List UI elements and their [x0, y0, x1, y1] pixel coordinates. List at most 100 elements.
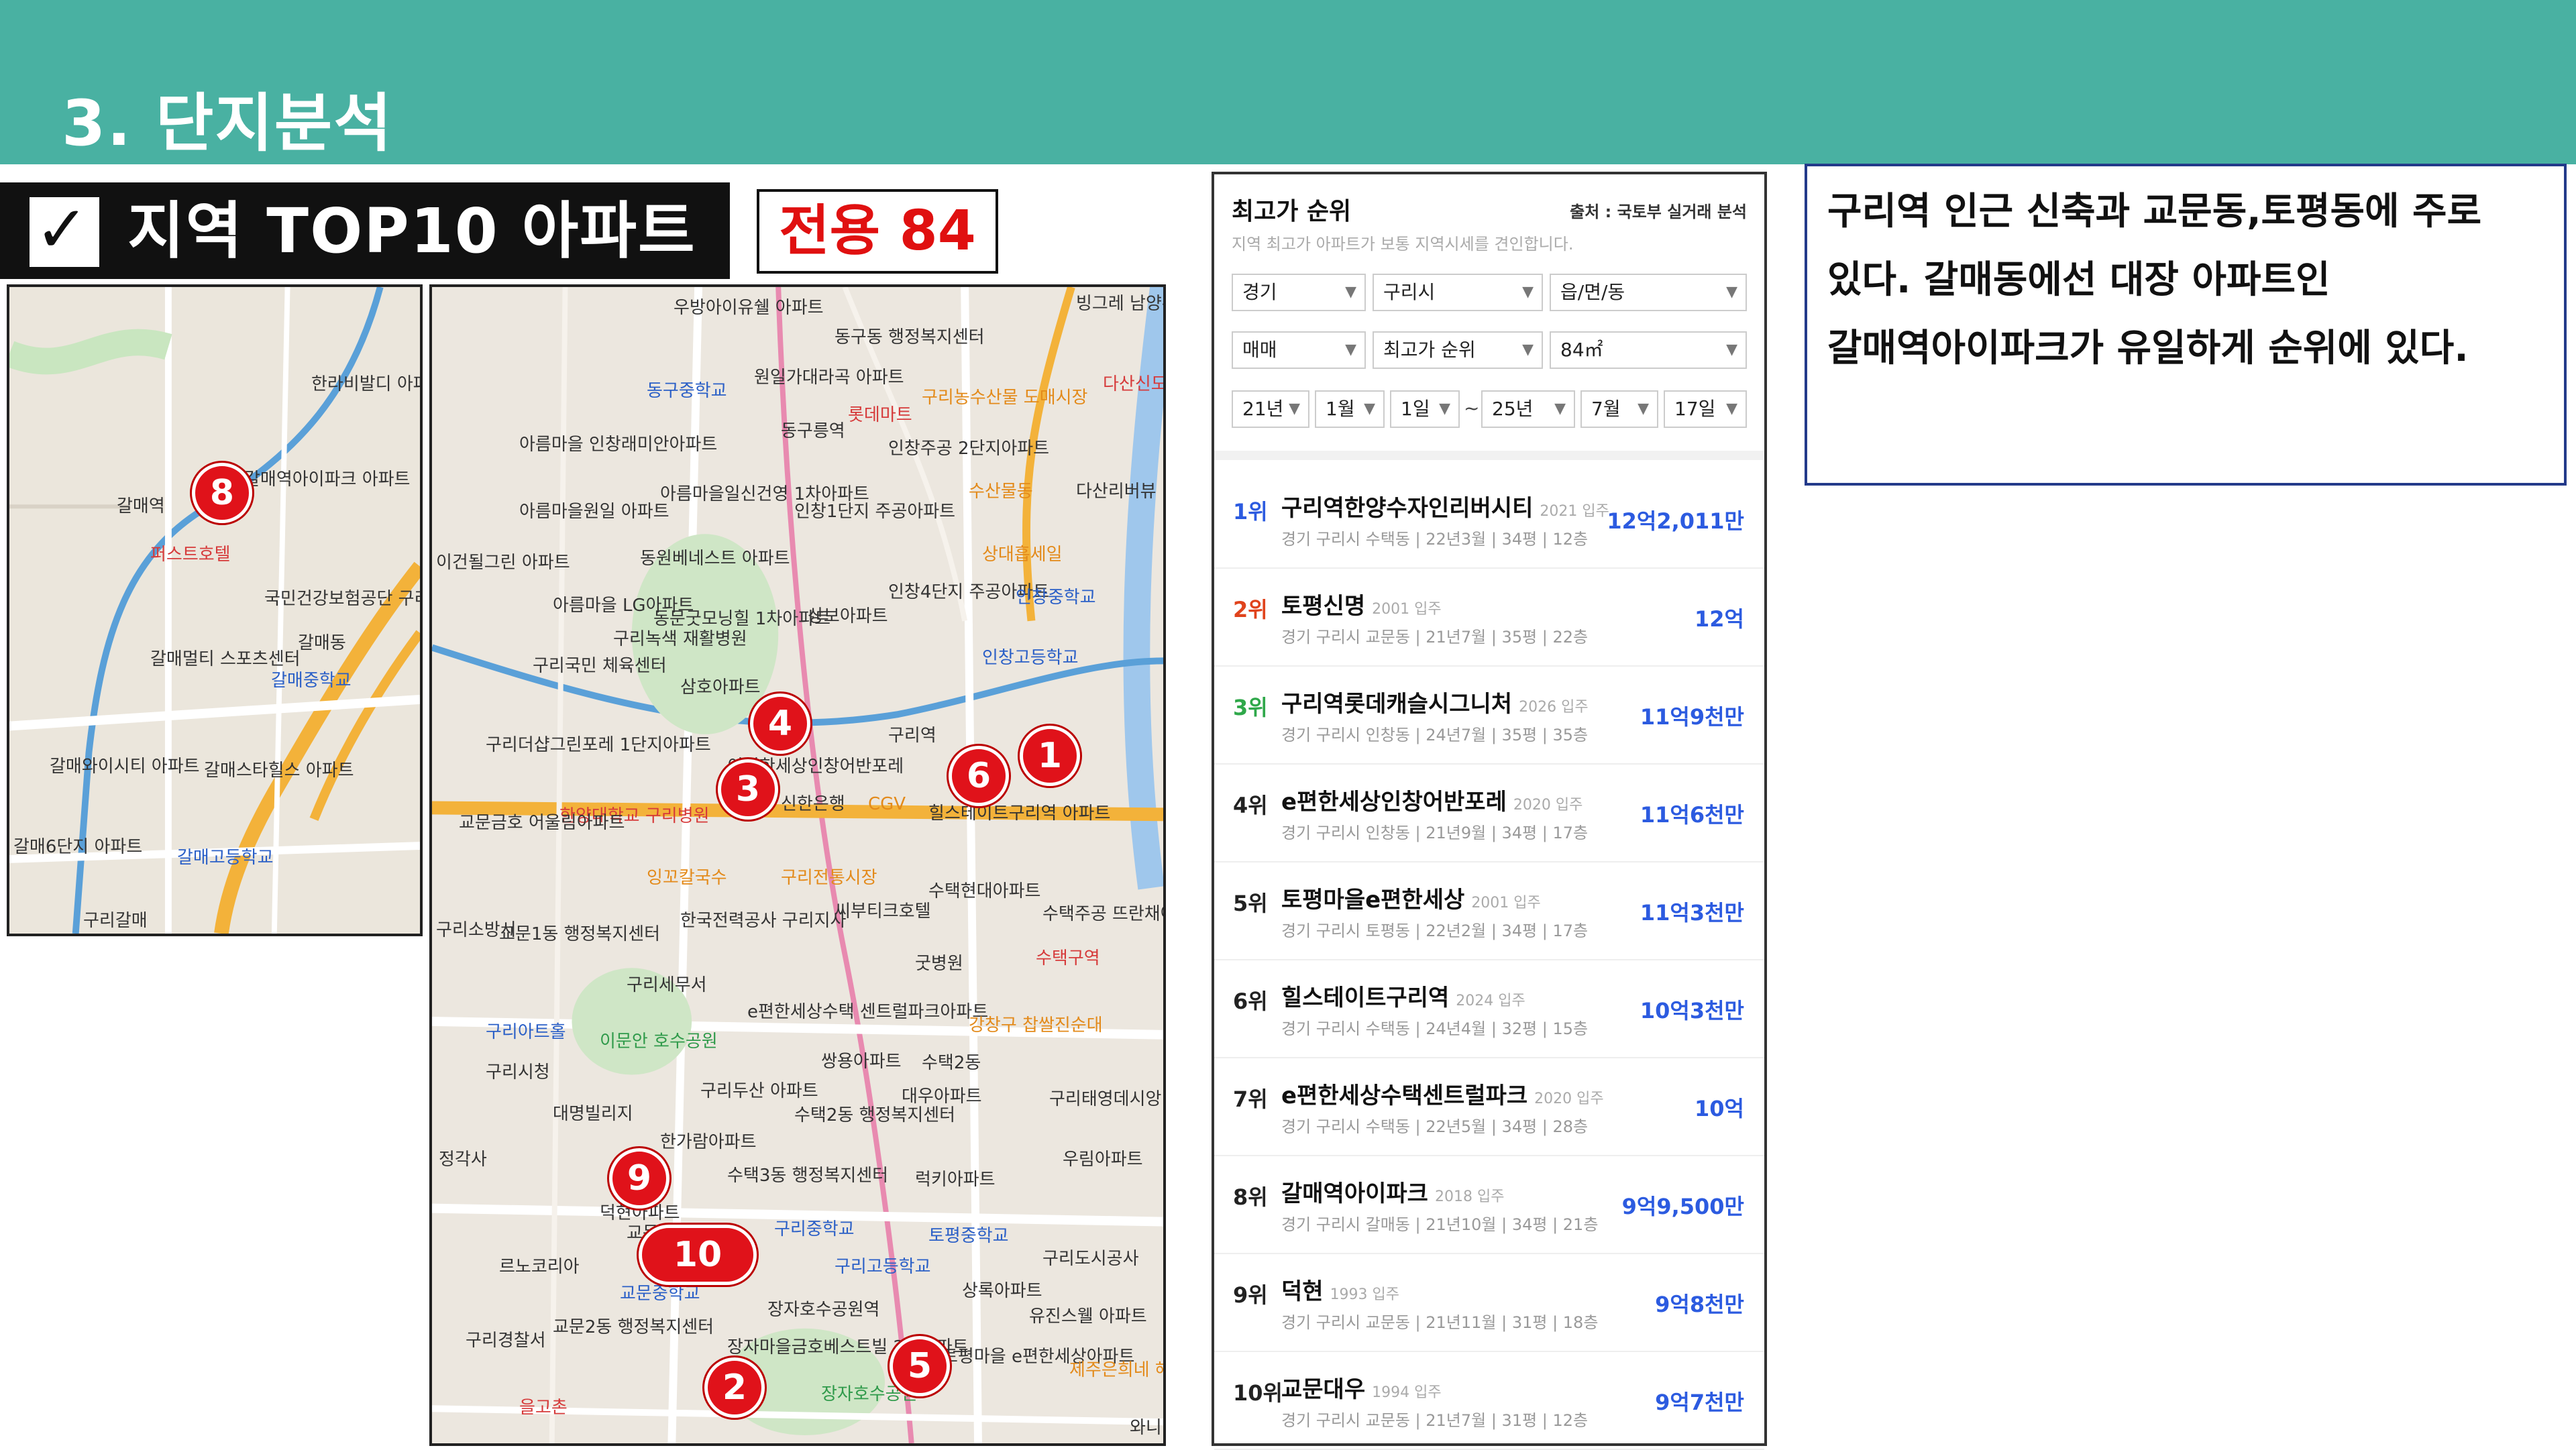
map-label: 다산신도시 — [1103, 374, 1166, 394]
map-label: 한가람아파트 — [660, 1132, 757, 1152]
map-label: 구리태영데시앙 아파트 — [1049, 1089, 1163, 1109]
rank-pin-3[interactable]: 3 — [718, 759, 778, 820]
map-guri[interactable]: 우방아이유쉘 아파트 동구동 행정복지센터 원일가대라곡 아파트 빙그레 남양주… — [429, 284, 1166, 1446]
start-day-select[interactable]: 1일 ▼ — [1390, 390, 1460, 428]
rank-row[interactable]: 8위 갈매역아이파크 2018 입주 경기 구리시 갈매동 | 21년10월 | 34… — [1214, 1155, 1764, 1254]
map-label: 수택2동 — [922, 1053, 981, 1073]
map-label: 삼호아파트 — [680, 677, 761, 698]
rank-pin-5[interactable]: 5 — [890, 1336, 950, 1396]
start-year-select[interactable]: 21년 ▼ — [1232, 390, 1309, 428]
map-label: 상대흡세일 — [982, 545, 1063, 565]
map-label: 강창구 찹쌀진순대 — [969, 1015, 1103, 1036]
dong-select[interactable]: 읍/면/동 ▼ — [1550, 274, 1747, 311]
rank-row[interactable]: 4위 e편한세상인창어반포레 2020 입주 경기 구리시 인창동 | 21년9월 |… — [1214, 763, 1764, 862]
map-label: 동원베네스트 아파트 — [640, 549, 790, 569]
region-select[interactable]: 경기 ▼ — [1232, 274, 1366, 311]
rank-row[interactable]: 1위 구리역한양수자인리버시티 2021 입주 경기 구리시 수택동 | 22년3월 … — [1214, 469, 1764, 569]
apartment-name: 교문대우 1994 입주 — [1281, 1376, 1442, 1403]
rank-pin-10[interactable]: 10 — [639, 1225, 757, 1285]
map-label: 이문안 호수공원 — [600, 1031, 718, 1052]
rank-pin-8[interactable]: 8 — [192, 463, 252, 523]
map-label: 장자호수공원역 — [767, 1300, 880, 1320]
map-galmae[interactable]: 한라비발디 아파트 갈매역아이파크 아파트 갈매역 퍼스트호텔 국민건강보험공단… — [7, 284, 423, 936]
map-label: 인창주공 2단지아파트 — [888, 439, 1050, 459]
map-label: 국민건강보험공단 구리지사 — [264, 589, 420, 609]
rank-number: 1위 — [1233, 499, 1268, 524]
divider — [1214, 451, 1764, 460]
rank-number: 3위 — [1233, 695, 1268, 720]
move-in-year: 1994 입주 — [1372, 1384, 1442, 1401]
map-label: 신한은행 — [781, 794, 845, 814]
map-label: 구리아트홀 — [486, 1022, 566, 1042]
rank-number: 2위 — [1233, 597, 1268, 622]
map-label: 인창1단지 주공아파트 — [794, 502, 956, 522]
page-title: 3. 단지분석 — [62, 87, 393, 160]
note-line: 구리역 인근 신축과 교문동,토평동에 주로 — [1827, 190, 2482, 233]
analysis-note: 구리역 인근 신축과 교문동,토평동에 주로 있다. 갈매동에선 대장 아파트인… — [1805, 164, 2567, 486]
rank-row[interactable]: 5위 토평마을e편한세상 2001 입주 경기 구리시 토평동 | 22년2월 | 3… — [1214, 861, 1764, 960]
apartment-name: e편한세상수택센트럴파크 2020 입주 — [1281, 1082, 1604, 1109]
trade-detail: 경기 구리시 갈매동 | 21년10월 | 34평 | 21층 — [1281, 1215, 1599, 1234]
apartment-name: 힐스테이트구리역 2024 입주 — [1281, 985, 1525, 1011]
trade-price: 11억3천만 — [1640, 900, 1744, 926]
map-label: 갈매스타힐스 아파트 — [204, 761, 354, 781]
end-year-select[interactable]: 25년 ▼ — [1481, 390, 1575, 428]
map-label: 잉꼬칼국수 — [647, 868, 727, 888]
trade-type-select[interactable]: 매매 ▼ — [1232, 331, 1366, 369]
trade-price: 9억9,500만 — [1621, 1194, 1744, 1219]
map-label: 구리전통시장 — [781, 868, 877, 888]
rank-number: 6위 — [1233, 989, 1268, 1014]
city-select[interactable]: 구리시 ▼ — [1373, 274, 1543, 311]
map-label: 빙그레 남양주공장 — [1076, 294, 1163, 314]
map-label: 수산물동 — [969, 482, 1033, 502]
map-label: 구리세무서 — [627, 975, 707, 995]
rank-pin-6[interactable]: 6 — [949, 746, 1009, 806]
map-label: 교문중학교 — [620, 1284, 700, 1304]
rank-row[interactable]: 3위 구리역롯데캐슬시그니처 2026 입주 경기 구리시 인창동 | 24년7월 |… — [1214, 665, 1764, 765]
rank-row[interactable]: 7위 e편한세상수택센트럴파크 2020 입주 경기 구리시 수택동 | 22년5월 … — [1214, 1057, 1764, 1156]
map-label: 갈매역 — [117, 496, 165, 516]
map-label: 토평중학교 — [928, 1226, 1009, 1246]
area-label: 전용 84 — [779, 199, 976, 263]
trade-detail: 경기 구리시 인창동 | 21년9월 | 34평 | 17층 — [1281, 824, 1589, 842]
end-day-select[interactable]: 17일 ▼ — [1664, 390, 1747, 428]
rank-row[interactable]: 10위 교문대우 1994 입주 경기 구리시 교문동 | 21년7월 | 31평 |… — [1214, 1351, 1764, 1450]
rank-pin-1[interactable]: 1 — [1020, 726, 1080, 786]
rank-pin-4[interactable]: 4 — [750, 693, 810, 754]
map-label: 대명빌리지 — [553, 1104, 633, 1124]
area-select[interactable]: 84㎡ ▼ — [1550, 331, 1747, 369]
rank-number: 9위 — [1233, 1282, 1268, 1308]
move-in-year: 2020 입주 — [1534, 1091, 1604, 1107]
rank-pin-9[interactable]: 9 — [609, 1148, 669, 1209]
chevron-down-icon: ▼ — [1726, 400, 1737, 417]
map-label: 와니 — [1130, 1418, 1162, 1438]
panel-source: 출처 : 국토부 실거래 분석 — [1570, 203, 1747, 221]
apartment-name: 갈매역아이파크 2018 입주 — [1281, 1180, 1505, 1207]
map-label: 구리중학교 — [774, 1219, 855, 1239]
map-label: 갈매6단지 아파트 — [13, 837, 143, 857]
rank-pin-2[interactable]: 2 — [704, 1357, 765, 1418]
checkbox-icon: ✓ — [30, 194, 99, 267]
map-label: CGV — [868, 794, 906, 814]
start-month-select[interactable]: 1월 ▼ — [1315, 390, 1385, 428]
map-label: 교문1동 행정복지센터 — [499, 924, 661, 944]
end-month-select[interactable]: 7월 ▼ — [1580, 390, 1658, 428]
sort-select[interactable]: 최고가 순위 ▼ — [1373, 331, 1543, 369]
rank-row[interactable]: 6위 힐스테이트구리역 2024 입주경기 구리시 수택동 | 24년4월 | 32… — [1214, 959, 1764, 1058]
rank-row[interactable]: 9위 덕현 1993 입주 경기 구리시 교문동 | 21년11월 | 31평 | 1… — [1214, 1253, 1764, 1352]
map-label: 르노코리아 — [499, 1257, 580, 1277]
apartment-name: 구리역한양수자인리버시티 2021 입주 — [1281, 495, 1609, 522]
trade-price: 9억7천만 — [1655, 1390, 1744, 1415]
trade-detail: 경기 구리시 수택동 | 24년4월 | 32평 | 15층 — [1281, 1019, 1589, 1038]
map-label: 수택구역 — [1036, 948, 1100, 968]
rank-row[interactable]: 2위 토평신명 2001 입주 경기 구리시 교문동 | 21년7월 | 35평 | … — [1214, 567, 1764, 667]
area-label-box: 전용 84 — [757, 189, 998, 274]
move-in-year: 2001 입주 — [1471, 895, 1541, 911]
move-in-year: 2026 입주 — [1519, 699, 1589, 716]
map-label: 원일가대라곡 아파트 — [754, 368, 904, 388]
trade-detail: 경기 구리시 교문동 | 21년7월 | 35평 | 22층 — [1281, 628, 1589, 647]
map-label: 수택3동 행정복지센터 — [727, 1166, 889, 1186]
map-label: 인창고등학교 — [982, 648, 1079, 668]
map-label: 우림아파트 — [1063, 1150, 1143, 1170]
apartment-name: 구리역롯데캐슬시그니처 2026 입주 — [1281, 691, 1589, 718]
